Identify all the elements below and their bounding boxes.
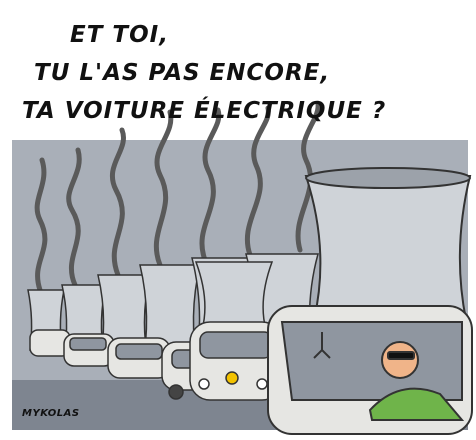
car-window xyxy=(199,331,273,359)
caption-line-2: TU L'AS PAS ENCORE, xyxy=(34,60,331,86)
cartoon-panel: ET TOI, TU L'AS PAS ENCORE, TA VOITURE É… xyxy=(0,0,476,440)
car-window xyxy=(69,337,107,351)
cooling-tower xyxy=(304,175,472,321)
tower-rim xyxy=(305,167,471,189)
radiation-badge xyxy=(225,371,239,385)
headlight xyxy=(256,378,268,390)
artist-signature: MYKOLAS xyxy=(22,408,80,419)
sunglasses xyxy=(387,351,415,360)
caption-line-3: TA VOITURE ÉLECTRIQUE ? xyxy=(22,98,387,124)
car-window xyxy=(115,343,163,360)
windshield xyxy=(280,321,463,401)
wheel xyxy=(168,384,184,400)
cooling-tower xyxy=(194,261,274,331)
caption-line-1: ET TOI, xyxy=(70,22,169,48)
headlight xyxy=(198,378,210,390)
